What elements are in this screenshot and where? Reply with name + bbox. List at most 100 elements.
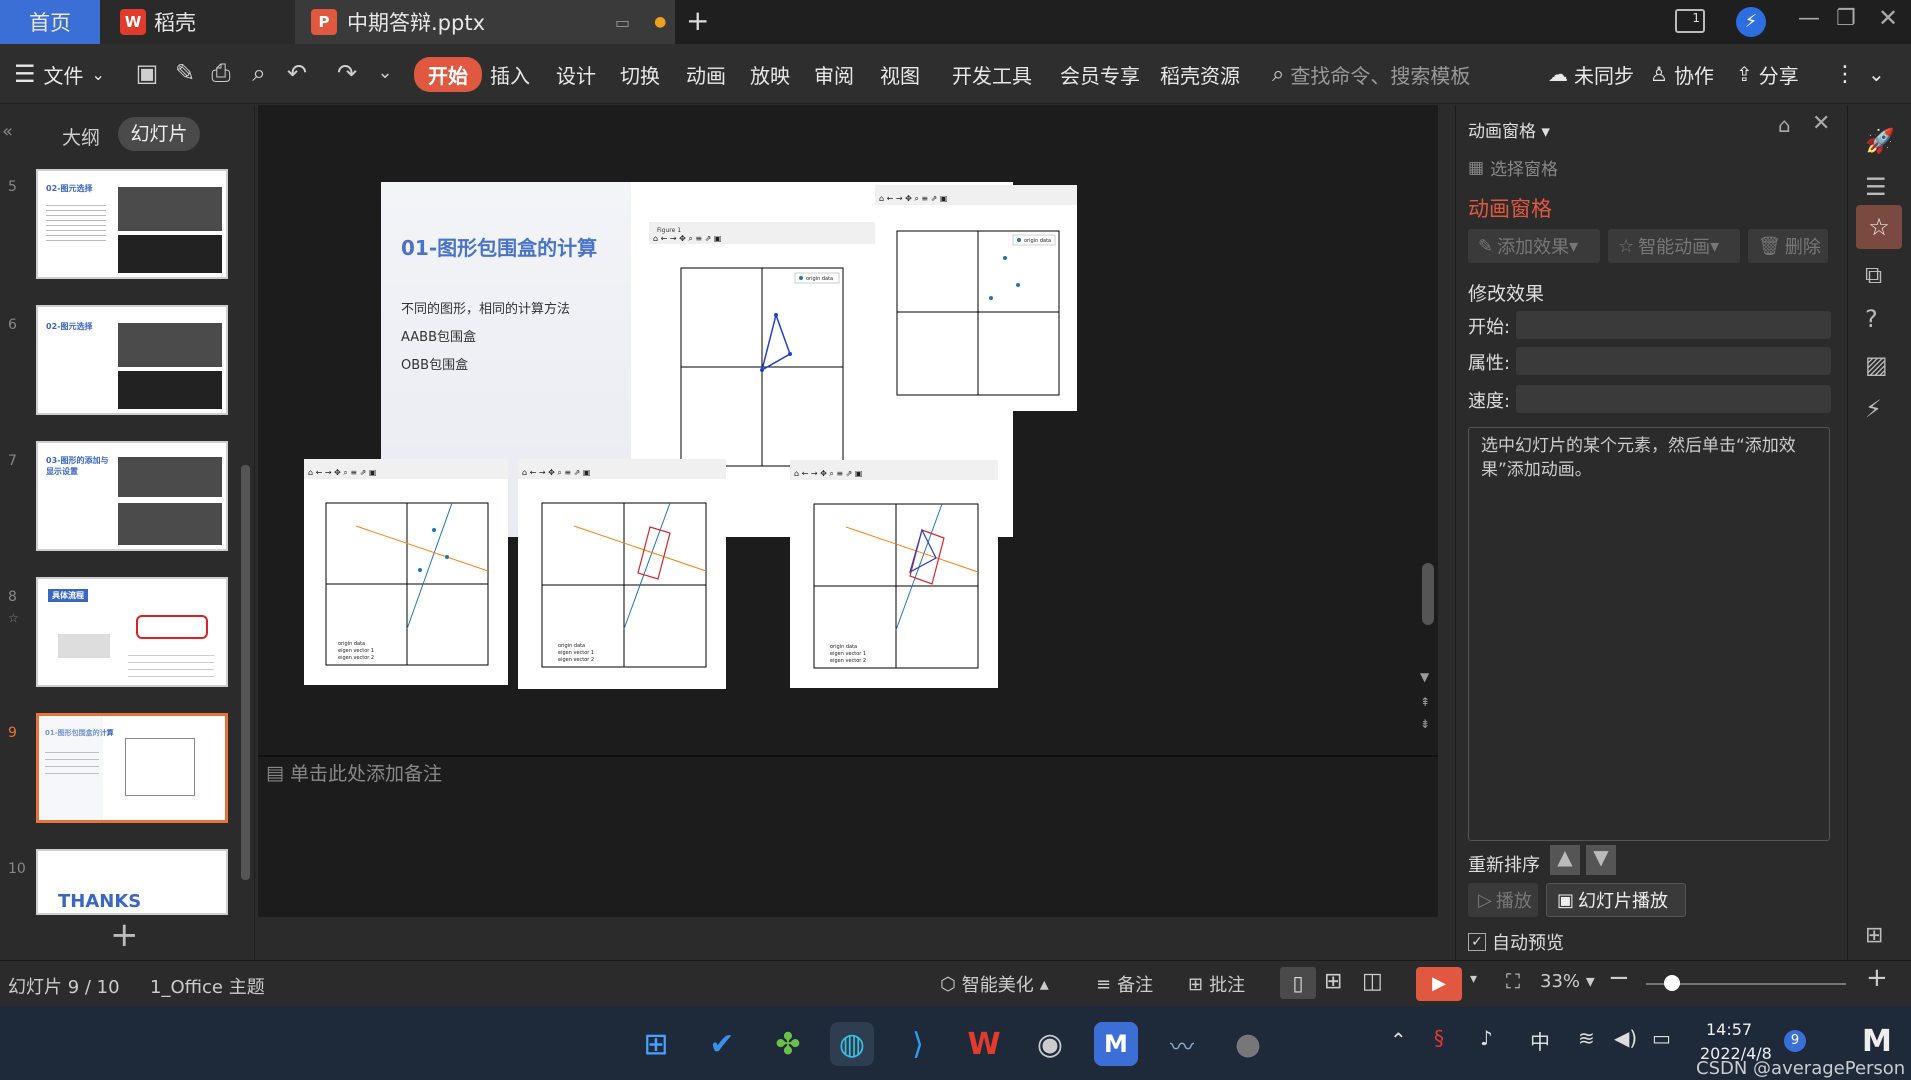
wifi-icon[interactable]: ≋: [1578, 1026, 1595, 1050]
lightning-icon[interactable]: ⚡: [1865, 395, 1882, 423]
save-icon[interactable]: ▣: [132, 58, 162, 88]
notification-badge[interactable]: 9: [1784, 1030, 1806, 1052]
delete-button[interactable]: 🗑 删除: [1748, 229, 1828, 263]
reading-view-icon[interactable]: ◫: [1362, 969, 1383, 994]
tab-document[interactable]: P 中期答辩.pptx ▭ ●: [295, 0, 675, 44]
smart-animation-button[interactable]: ☆ 智能动画 ▾: [1608, 229, 1740, 263]
volume-icon[interactable]: ◀): [1614, 1026, 1637, 1050]
wps-icon[interactable]: W: [962, 1022, 1006, 1066]
print-icon[interactable]: ⎙: [206, 58, 236, 88]
pane-title[interactable]: 动画窗格 ▾: [1468, 117, 1550, 142]
mweb-icon[interactable]: M: [1094, 1022, 1138, 1066]
redo-icon[interactable]: ↷: [332, 58, 362, 88]
clover-icon[interactable]: ✤: [766, 1022, 810, 1066]
menu-insert[interactable]: 插入: [490, 44, 530, 104]
tray-expand-icon[interactable]: ⌃: [1390, 1028, 1407, 1052]
theme-name[interactable]: 1_Office 主题: [150, 973, 265, 999]
select-pane-link[interactable]: ▦ 选择窗格: [1468, 155, 1558, 181]
share-button[interactable]: ⇪ 分享: [1736, 44, 1799, 104]
minimize-icon[interactable]: —: [1798, 6, 1820, 31]
beautify-button[interactable]: ⬡ 智能美化 ▴: [940, 971, 1049, 997]
ime-indicator[interactable]: 中: [1530, 1026, 1550, 1055]
format-painter-icon[interactable]: ✎: [170, 58, 200, 88]
slide-thumbnail-5[interactable]: 02-图元选择: [36, 169, 228, 279]
next-slide-icon[interactable]: ⇟: [1420, 717, 1430, 731]
transition-icon[interactable]: ⧉: [1865, 261, 1882, 289]
slideshow-button[interactable]: ▣ 幻灯片播放: [1546, 883, 1686, 917]
canvas-scrollbar[interactable]: [1422, 563, 1434, 625]
speed-select[interactable]: [1516, 385, 1831, 413]
slide-thumbnail-8[interactable]: 具体流程: [36, 577, 228, 687]
battery-icon[interactable]: ▭: [1652, 1026, 1671, 1050]
sorter-view-icon[interactable]: ⊞: [1324, 969, 1342, 994]
play-button[interactable]: ▷ 播放: [1468, 883, 1538, 917]
sync-button[interactable]: ☁ 未同步: [1548, 44, 1634, 104]
slide-thumbnail-10[interactable]: THANKS: [36, 849, 228, 915]
menu-member[interactable]: 会员专享: [1060, 44, 1140, 104]
obs-icon[interactable]: ●: [1226, 1022, 1270, 1066]
more-icon[interactable]: ⌄: [370, 58, 400, 88]
slide-text-line[interactable]: OBB包围盒: [401, 354, 468, 373]
slide-text-line[interactable]: 不同的图形，相同的计算方法: [401, 298, 570, 317]
property-select[interactable]: [1516, 347, 1831, 375]
collapse-ribbon-icon[interactable]: ⌄: [1868, 44, 1885, 104]
figure-screenshot-eigen[interactable]: ⌂ ← → ✥ ⌕ ≡ ⇗ ▣ origin data eigen vector…: [304, 459, 508, 685]
prev-slide-icon[interactable]: ⇞: [1420, 695, 1430, 709]
search-input[interactable]: ⌕ 查找命令、搜索模板: [1272, 44, 1470, 104]
menu-start[interactable]: 开始: [414, 44, 482, 104]
help-icon[interactable]: ?: [1865, 305, 1878, 333]
slide-thumbnail-6[interactable]: 02-图元选择: [36, 305, 228, 415]
fit-window-icon[interactable]: ⛶: [1506, 969, 1520, 993]
figure-app-icon[interactable]: 〰: [1160, 1022, 1204, 1066]
rocket-icon[interactable]: 🚀: [1865, 127, 1895, 155]
slides-scrollbar[interactable]: [241, 465, 250, 880]
menu-design[interactable]: 设计: [556, 44, 596, 104]
slide-thumbnail-7[interactable]: 03-图形的添加与显示设置: [36, 441, 228, 551]
vscode-icon[interactable]: ⟩: [896, 1022, 940, 1066]
menu-view[interactable]: 视图: [880, 44, 920, 104]
close-pane-icon[interactable]: ✕: [1812, 111, 1830, 136]
figure-screenshot-obb-tri[interactable]: ⌂ ← → ✥ ⌕ ≡ ⇗ ▣ origin data eigen vector…: [790, 460, 998, 688]
edge-icon[interactable]: ◍: [830, 1022, 874, 1066]
animation-star-icon[interactable]: ☆: [1856, 205, 1902, 249]
collapse-pane-icon[interactable]: «: [2, 121, 13, 142]
play-slideshow-button[interactable]: ▶: [1416, 967, 1462, 1001]
move-up-icon[interactable]: ▲: [1550, 845, 1580, 875]
menu-resources[interactable]: 稻壳资源: [1160, 44, 1240, 104]
slide-thumbnail-9[interactable]: 01-图形包围盒的计算: [36, 713, 228, 823]
image-tool-icon[interactable]: ▨: [1865, 351, 1888, 379]
menu-transition[interactable]: 切换: [620, 44, 660, 104]
animation-list[interactable]: 选中幻灯片的某个元素，然后单击“添加效果”添加动画。: [1468, 427, 1830, 841]
new-tab-icon[interactable]: +: [686, 4, 709, 37]
menu-slideshow[interactable]: 放映: [750, 44, 790, 104]
tray-app-icon[interactable]: §: [1434, 1026, 1444, 1050]
slide-text-line[interactable]: AABB包围盒: [401, 326, 476, 345]
record-icon[interactable]: ◉: [1028, 1022, 1072, 1066]
zoom-level[interactable]: 33% ▾: [1540, 971, 1595, 992]
window-layout-icon[interactable]: 1: [1675, 9, 1705, 33]
add-effect-button[interactable]: ✎ 添加效果 ▾: [1468, 229, 1600, 263]
file-menu[interactable]: ☰ 文件 ⌄: [14, 44, 105, 104]
slide-title[interactable]: 01-图形包围盒的计算: [401, 232, 597, 261]
chevron-down-icon[interactable]: ▾: [1470, 971, 1477, 987]
tab-daoke[interactable]: W 稻壳: [100, 0, 295, 44]
tab-outline[interactable]: 大纲: [62, 123, 100, 150]
settings-sliders-icon[interactable]: ☰: [1865, 173, 1887, 201]
more-options-icon[interactable]: ⋮: [1834, 44, 1856, 104]
notes-toggle[interactable]: ≡ 备注: [1096, 971, 1153, 997]
menu-review[interactable]: 审阅: [814, 44, 854, 104]
restore-icon[interactable]: ❐: [1836, 6, 1856, 31]
speaker-icon[interactable]: ♪: [1480, 1026, 1493, 1050]
mweb-tray-icon[interactable]: M: [1862, 1024, 1892, 1059]
auto-preview-checkbox[interactable]: ✓ 自动预览: [1468, 929, 1564, 955]
normal-view-icon[interactable]: ▯: [1280, 967, 1316, 999]
zoom-in-icon[interactable]: +: [1866, 963, 1888, 993]
figure-screenshot-origin[interactable]: ⌂ ← → ✥ ⌕ ≡ ⇗ ▣ origin data: [875, 185, 1077, 411]
start-icon[interactable]: ⊞: [634, 1022, 678, 1066]
tab-home[interactable]: 首页: [0, 0, 100, 44]
lock-icon[interactable]: ⌂: [1778, 113, 1791, 137]
start-select[interactable]: [1516, 311, 1831, 339]
screen-icon[interactable]: ▭: [615, 13, 630, 32]
comment-button[interactable]: ⊞ 批注: [1188, 971, 1245, 997]
notes-input[interactable]: ▤ 单击此处添加备注: [266, 759, 442, 786]
